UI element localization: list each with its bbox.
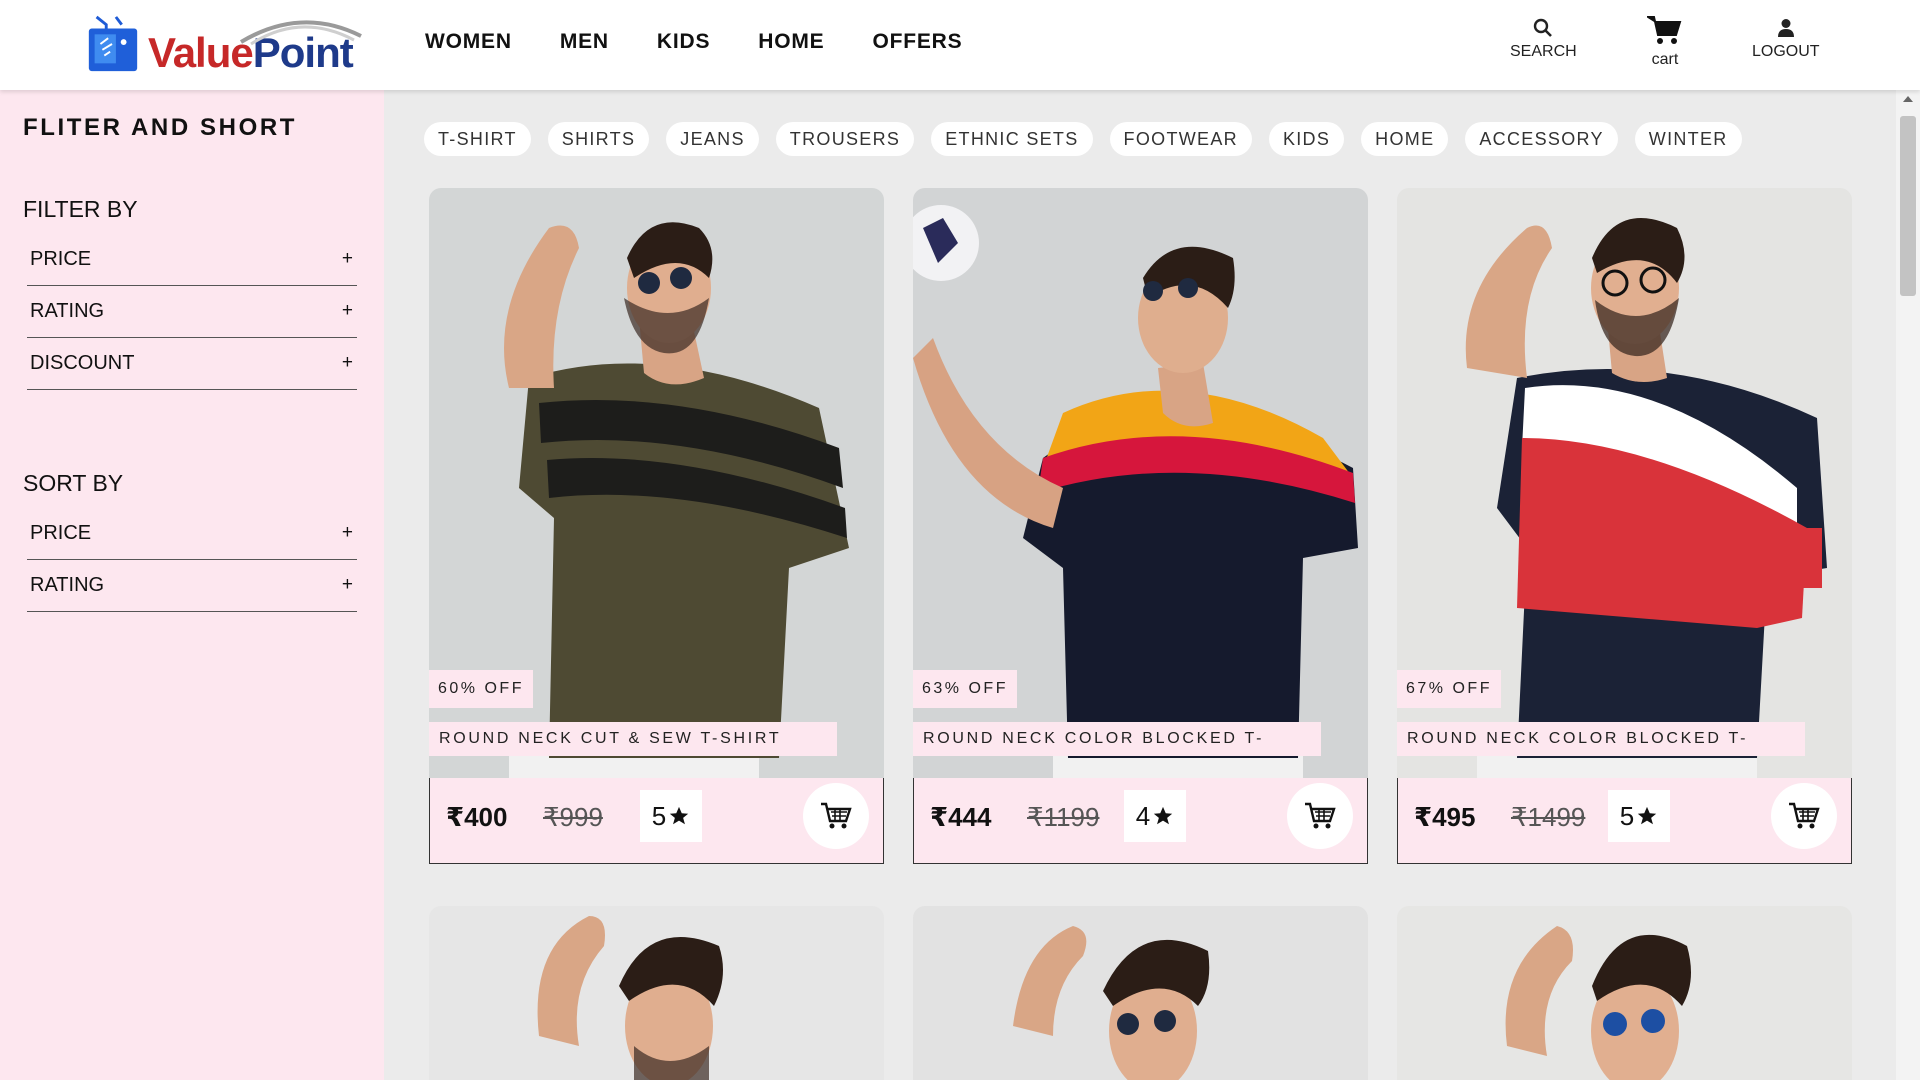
product-price: ₹444 xyxy=(930,802,992,832)
filter-price[interactable]: PRICE + xyxy=(27,248,357,286)
add-to-cart-button[interactable] xyxy=(803,783,869,849)
category-chip-shirts[interactable]: SHIRTS xyxy=(547,122,650,156)
nav-home[interactable]: HOME xyxy=(758,30,824,54)
product-info: ₹444 ₹1199 4 xyxy=(913,778,1368,864)
product-name[interactable]: ROUND NECK COLOR BLOCKED T- xyxy=(913,722,1321,756)
sort-price-label: PRICE xyxy=(30,522,92,544)
filter-by-heading: FILTER BY xyxy=(23,196,138,222)
product-image[interactable] xyxy=(1397,906,1852,1080)
cart-icon xyxy=(821,802,852,829)
expand-icon: + xyxy=(341,248,353,269)
product-mrp: ₹1199 xyxy=(1027,802,1100,832)
discount-badge: 60% OFF xyxy=(429,670,533,708)
product-name[interactable]: ROUND NECK COLOR BLOCKED T- xyxy=(1397,722,1805,756)
product-card[interactable] xyxy=(429,906,884,1080)
category-chip-jeans[interactable]: JEANS xyxy=(666,122,759,156)
filter-discount[interactable]: DISCOUNT + xyxy=(27,352,357,390)
product-card[interactable] xyxy=(913,906,1368,1080)
product-name[interactable]: ROUND NECK CUT & SEW T-SHIRT xyxy=(429,722,837,756)
shopping-bag-icon xyxy=(88,15,138,72)
star-icon xyxy=(670,806,689,825)
nav-kids[interactable]: KIDS xyxy=(657,30,710,54)
expand-icon: + xyxy=(341,300,353,321)
product-card[interactable]: 63% OFF ROUND NECK COLOR BLOCKED T- ₹444… xyxy=(913,188,1368,878)
product-image[interactable] xyxy=(913,906,1368,1080)
sort-by-heading: SORT BY xyxy=(23,470,124,496)
category-chip-winter[interactable]: WINTER xyxy=(1634,122,1742,156)
discount-badge: 63% OFF xyxy=(913,670,1017,708)
category-chips: T-SHIRT SHIRTS JEANS TROUSERS ETHNIC SET… xyxy=(424,122,1742,156)
category-chip-kids[interactable]: KIDS xyxy=(1268,122,1345,156)
user-icon xyxy=(1777,19,1794,37)
category-chip-trousers[interactable]: TROUSERS xyxy=(775,122,915,156)
product-rating: 5 xyxy=(640,790,702,842)
category-chip-home[interactable]: HOME xyxy=(1361,122,1449,156)
star-icon xyxy=(1154,806,1173,825)
sort-price[interactable]: PRICE + xyxy=(27,522,357,560)
product-price: ₹400 xyxy=(446,802,508,832)
cart-icon xyxy=(1305,802,1336,829)
filter-price-label: PRICE xyxy=(30,248,92,270)
product-info: ₹495 ₹1499 5 xyxy=(1397,778,1852,864)
filter-rating[interactable]: RATING + xyxy=(27,300,357,338)
product-info: ₹400 ₹999 5 xyxy=(429,778,884,864)
cart-label: cart xyxy=(1651,51,1679,68)
expand-icon: + xyxy=(341,522,353,543)
rating-value: 5 xyxy=(651,800,667,831)
product-mrp: ₹999 xyxy=(543,802,603,832)
filter-sidebar: FLITER AND SHORT FILTER BY PRICE + RATIN… xyxy=(0,90,384,1080)
rating-value: 4 xyxy=(1135,800,1151,831)
add-to-cart-button[interactable] xyxy=(1771,783,1837,849)
rating-value: 5 xyxy=(1619,800,1635,831)
product-rating: 5 xyxy=(1608,790,1670,842)
product-price: ₹495 xyxy=(1414,802,1476,832)
category-chip-ethnic-sets[interactable]: ETHNIC SETS xyxy=(931,122,1093,156)
product-area: T-SHIRT SHIRTS JEANS TROUSERS ETHNIC SET… xyxy=(384,90,1896,1080)
search-label: SEARCH xyxy=(1510,43,1577,60)
logo-swoosh-icon xyxy=(239,20,362,46)
filter-rating-label: RATING xyxy=(30,300,105,322)
logout-button[interactable]: LOGOUT xyxy=(1752,18,1820,61)
nav-offers[interactable]: OFFERS xyxy=(872,30,962,54)
sort-rating-label: RATING xyxy=(30,574,105,596)
main-nav: WOMEN MEN KIDS HOME OFFERS xyxy=(425,30,1010,54)
filter-discount-label: DISCOUNT xyxy=(30,352,135,374)
category-chip-tshirt[interactable]: T-SHIRT xyxy=(424,122,531,156)
search-button[interactable]: SEARCH xyxy=(1510,18,1577,61)
product-card[interactable] xyxy=(1397,906,1852,1080)
star-icon xyxy=(1638,806,1657,825)
sort-rating[interactable]: RATING + xyxy=(27,574,357,612)
product-card[interactable]: 67% OFF ROUND NECK COLOR BLOCKED T- ₹495… xyxy=(1397,188,1852,878)
scroll-thumb[interactable] xyxy=(1900,116,1916,296)
category-chip-accessory[interactable]: ACCESSORY xyxy=(1465,122,1618,156)
nav-men[interactable]: MEN xyxy=(560,30,609,54)
expand-icon: + xyxy=(341,352,353,373)
site-header: ValuePoint WOMEN MEN KIDS HOME OFFERS SE… xyxy=(0,0,1920,90)
product-card[interactable]: 60% OFF ROUND NECK CUT & SEW T-SHIRT ₹40… xyxy=(429,188,884,878)
product-mrp: ₹1499 xyxy=(1511,802,1586,832)
cart-icon xyxy=(1789,802,1820,829)
cart-button[interactable]: cart xyxy=(1647,14,1683,69)
logout-label: LOGOUT xyxy=(1752,43,1820,60)
page-scrollbar[interactable] xyxy=(1896,90,1920,1080)
discount-badge: 67% OFF xyxy=(1397,670,1501,708)
category-chip-footwear[interactable]: FOOTWEAR xyxy=(1109,122,1252,156)
nav-women[interactable]: WOMEN xyxy=(425,30,512,54)
sidebar-title: FLITER AND SHORT xyxy=(23,114,298,141)
add-to-cart-button[interactable] xyxy=(1287,783,1353,849)
scroll-up-arrow-icon[interactable] xyxy=(1903,96,1913,102)
product-image[interactable] xyxy=(429,906,884,1080)
site-logo[interactable]: ValuePoint xyxy=(86,12,366,76)
search-icon xyxy=(1534,18,1553,37)
cart-icon xyxy=(1647,16,1682,44)
product-rating: 4 xyxy=(1124,790,1186,842)
expand-icon: + xyxy=(341,574,353,595)
